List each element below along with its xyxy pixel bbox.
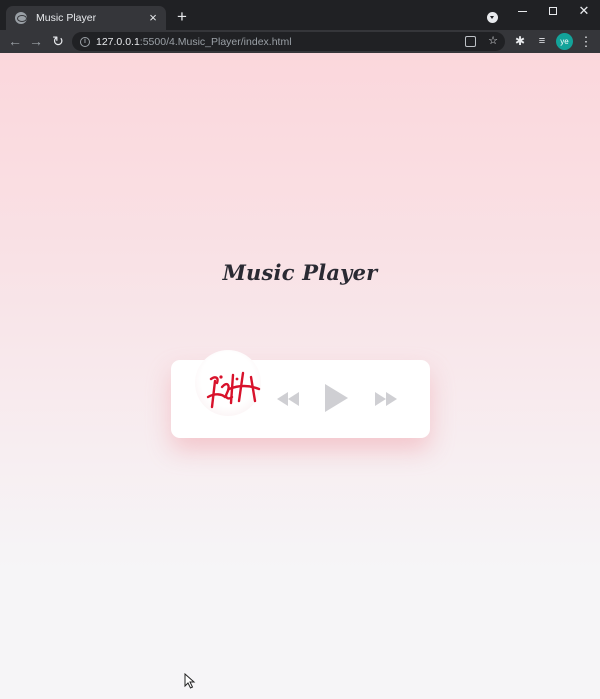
extensions-puzzle-icon[interactable]: ✱ — [512, 33, 528, 50]
reading-list-icon[interactable]: ≡ — [534, 33, 550, 50]
album-art-calligraphy-icon — [206, 371, 261, 409]
browser-tabstrip: Music Player × + ✕ — [0, 0, 600, 30]
music-player-card — [171, 350, 430, 438]
mouse-cursor-icon — [184, 673, 196, 689]
profile-avatar[interactable]: ye — [556, 33, 573, 50]
forward-arrow-icon[interactable]: → — [28, 33, 44, 50]
new-tab-button[interactable]: + — [174, 8, 190, 25]
browser-menu-icon[interactable]: ⋮ — [578, 33, 594, 50]
page-viewport: Music Player — [0, 53, 600, 699]
tab-close-button[interactable]: × — [146, 11, 160, 25]
url-host: 127.0.0.1 — [96, 35, 140, 48]
bookmark-star-icon[interactable]: ☆ — [486, 34, 500, 49]
reload-icon[interactable]: ↻ — [50, 33, 66, 50]
window-maximize-button[interactable] — [541, 2, 565, 20]
window-close-button[interactable]: ✕ — [572, 2, 596, 20]
minimize-icon — [517, 10, 527, 12]
globe-icon — [15, 12, 27, 24]
browser-tab[interactable]: Music Player × — [6, 6, 166, 30]
site-info-icon[interactable]: i — [80, 36, 90, 47]
window-minimize-button[interactable] — [510, 2, 534, 20]
play-button[interactable] — [322, 382, 350, 414]
rewind-button[interactable] — [275, 389, 301, 409]
address-bar[interactable]: i 127.0.0.1 :5500/4.Music_Player/index.h… — [72, 32, 505, 51]
back-arrow-icon[interactable]: ← — [7, 33, 23, 50]
tab-title: Music Player — [36, 12, 97, 24]
browser-toolbar: ← → ↻ i 127.0.0.1 :5500/4.Music_Player/i… — [0, 30, 600, 53]
maximize-icon — [549, 7, 557, 16]
translate-icon[interactable] — [465, 36, 476, 47]
tab-search-icon[interactable] — [487, 12, 498, 23]
url-path: :5500/4.Music_Player/index.html — [139, 35, 292, 48]
page-title: Music Player — [222, 260, 378, 285]
fast-forward-button[interactable] — [373, 389, 399, 409]
